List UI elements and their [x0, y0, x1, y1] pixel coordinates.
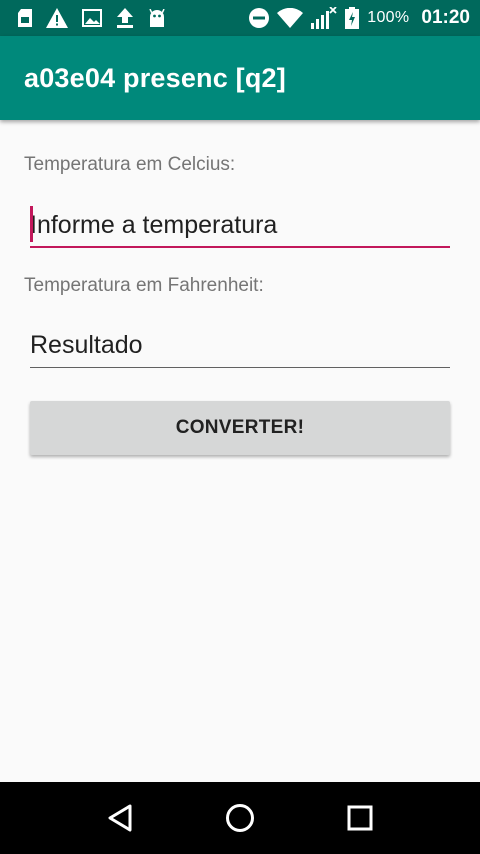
fahrenheit-input[interactable]: [30, 324, 450, 367]
home-icon: [225, 803, 255, 833]
status-notifications: [18, 8, 249, 28]
navigation-bar: [0, 782, 480, 854]
back-button[interactable]: [80, 782, 160, 854]
recents-button[interactable]: [320, 782, 400, 854]
upload-icon: [116, 8, 134, 28]
celsius-label: Temperatura em Celcius:: [24, 154, 236, 175]
signal-icon: [311, 7, 337, 29]
fahrenheit-label: Temperatura em Fahrenheit:: [24, 275, 264, 296]
warning-icon: [46, 8, 68, 28]
celsius-input[interactable]: [30, 204, 450, 246]
text-cursor: [30, 206, 33, 242]
sd-card-icon: [18, 9, 32, 27]
android-icon: [148, 9, 166, 27]
battery-icon: [345, 7, 360, 29]
battery-percentage: 100%: [367, 9, 410, 26]
recents-icon: [347, 805, 373, 831]
clock: 01:20: [421, 7, 470, 28]
status-bar: 100% 01:20: [0, 0, 480, 36]
app-bar: a03e04 presenc [q2]: [0, 36, 480, 120]
wifi-icon: [277, 8, 304, 28]
fahrenheit-field[interactable]: [30, 324, 450, 368]
image-icon: [82, 9, 102, 27]
home-button[interactable]: [200, 782, 280, 854]
back-icon: [107, 804, 133, 832]
status-system: 100% 01:20: [249, 7, 470, 29]
app-title: a03e04 presenc [q2]: [24, 62, 286, 93]
do-not-disturb-icon: [249, 8, 270, 28]
convert-button[interactable]: CONVERTER!: [30, 401, 450, 455]
celsius-field[interactable]: [30, 204, 450, 248]
